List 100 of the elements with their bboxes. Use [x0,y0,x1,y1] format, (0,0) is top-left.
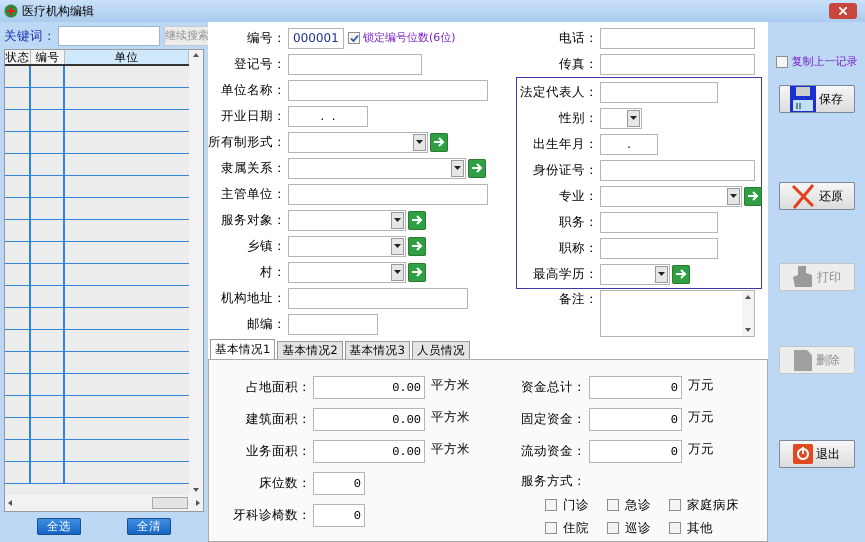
number-field[interactable]: 0.00 [313,440,425,463]
dropdown-field[interactable] [288,262,406,282]
number-field[interactable]: 0 [589,376,682,399]
checkmark-icon [350,34,358,42]
text-field[interactable] [288,314,378,334]
field-label: 床位数： [258,474,312,492]
field-label: 业务面积： [245,442,312,460]
app-icon [4,4,18,18]
checkbox[interactable] [669,499,681,512]
number-field[interactable]: 0.00 [313,408,425,431]
field-label: 乡镇： [246,236,287,255]
text-field[interactable] [288,288,468,308]
dropdown-button[interactable] [627,110,640,126]
unit-label: 平方米 [431,376,470,394]
dropdown-field[interactable] [288,158,466,178]
number-field[interactable]: 0 [589,440,682,463]
go-button[interactable] [672,264,690,284]
arrow-right-icon [411,214,423,226]
arrow-right-icon [471,162,483,174]
dropdown-field[interactable] [600,264,670,284]
column-header[interactable]: 单位 [65,50,190,64]
number-field[interactable]: 0 [589,408,682,431]
dropdown-button[interactable] [391,238,404,254]
checkbox-label: 其他 [687,518,713,536]
text-field[interactable]: 000001 [288,28,344,48]
close-button[interactable] [829,3,857,19]
list-action-button[interactable]: 全清 [127,518,171,535]
field-label: 登记号： [233,54,287,73]
checkbox-label: 急诊 [625,496,651,514]
field-label: 职务： [558,212,599,231]
checkbox[interactable] [545,499,557,512]
field-label: 流动资金： [521,442,587,460]
column-header[interactable]: 状态 [5,50,31,64]
go-button[interactable] [408,210,426,230]
remark-field[interactable] [600,290,755,337]
arrow-right-icon [433,136,445,148]
dropdown-button[interactable] [451,160,464,176]
checkbox[interactable] [348,32,360,44]
text-field[interactable] [288,54,422,74]
action-button[interactable]: 退出 [778,440,854,468]
vertical-scrollbar[interactable] [742,291,754,336]
go-button[interactable] [408,236,426,256]
dropdown-button[interactable] [391,264,404,280]
dropdown-field[interactable] [600,108,642,128]
unit-label: 万元 [688,440,714,458]
checkbox[interactable] [607,499,619,512]
dropdown-field[interactable] [600,186,742,206]
number-field[interactable]: 0 [313,504,365,527]
field-label: 机构地址： [220,288,287,307]
search-field[interactable] [58,26,160,46]
dropdown-button[interactable] [655,266,668,282]
dropdown-field[interactable] [288,210,406,230]
text-field[interactable] [600,82,718,102]
text-field[interactable] [600,238,718,258]
field-label: 村： [259,262,287,281]
field-label: 隶属关系： [220,158,287,177]
text-field[interactable] [288,184,488,204]
column-header[interactable]: 编号 [31,50,65,64]
action-button[interactable]: 保存 [778,84,854,112]
go-button[interactable] [430,132,448,152]
text-field[interactable] [288,80,488,100]
list-action-button[interactable]: 全选 [37,518,81,535]
tab[interactable]: 基本情况2 [277,341,343,359]
dropdown-button[interactable] [413,134,426,150]
field-label: 电话： [558,28,599,47]
action-button[interactable]: 还原 [778,182,854,210]
close-icon [839,7,847,15]
text-field[interactable] [600,160,755,180]
text-field[interactable] [600,212,718,232]
dropdown-button[interactable] [727,188,740,204]
dropdown-field[interactable] [288,132,428,152]
horizontal-scrollbar[interactable] [5,495,203,511]
checkbox-label: 锁定编号位数(6位) [363,30,456,46]
tab[interactable]: 基本情况1 [210,339,276,359]
vertical-scrollbar[interactable] [189,50,203,495]
tab[interactable]: 基本情况3 [344,341,410,359]
checkbox[interactable] [669,522,681,534]
tab[interactable]: 人员情况 [412,341,470,359]
date-field[interactable]: . . [288,106,368,126]
date-field[interactable]: . [600,134,658,154]
scroll-down-icon [745,328,751,332]
dropdown-button[interactable] [391,212,404,228]
scroll-thumb[interactable] [152,497,188,509]
caret-icon [630,116,637,120]
checkbox[interactable] [607,522,619,534]
text-field[interactable] [600,28,755,48]
go-button[interactable] [408,262,426,282]
field-label: 邮编： [246,314,287,333]
unit-label: 平方米 [431,408,470,426]
checkbox[interactable] [545,522,557,534]
number-field[interactable]: 0 [313,472,365,495]
unit-label: 万元 [688,408,714,426]
dropdown-field[interactable] [288,236,406,256]
unit-label: 平方米 [431,440,470,458]
go-button[interactable] [744,186,762,206]
checkbox[interactable] [776,56,788,68]
go-button[interactable] [468,158,486,178]
number-field[interactable]: 0.00 [313,376,425,399]
text-field[interactable] [600,54,755,74]
field-label: 法定代表人： [519,82,599,101]
